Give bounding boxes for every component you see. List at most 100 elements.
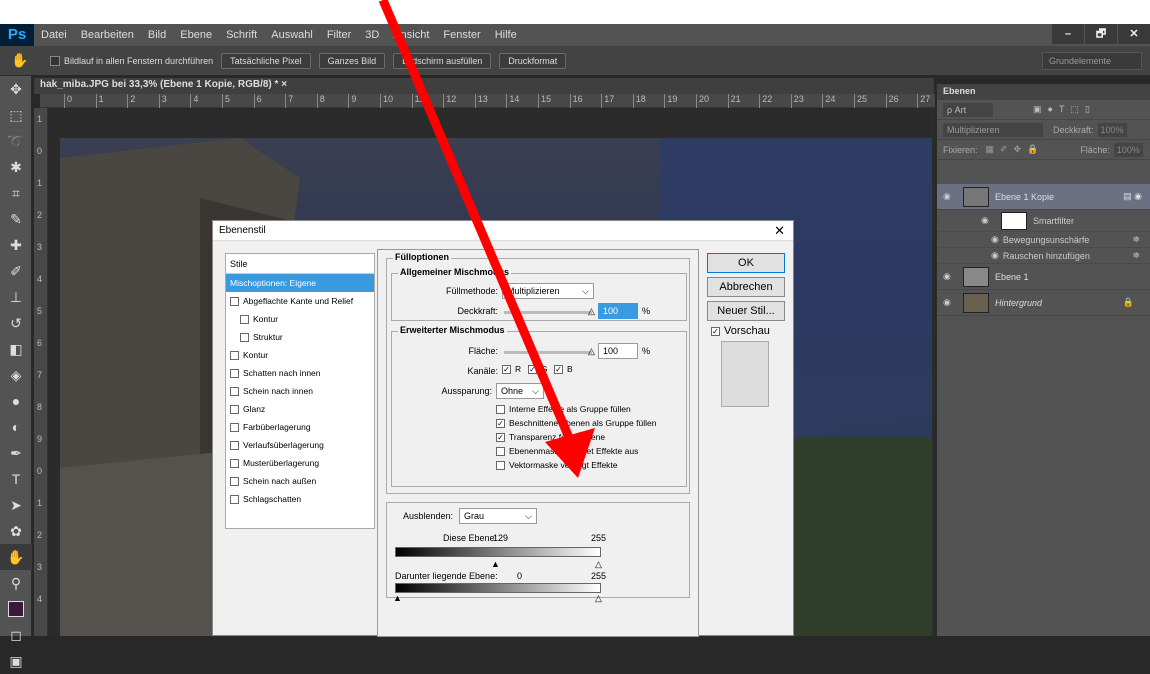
checkbox[interactable]: ✓ bbox=[496, 432, 505, 442]
cancel-button[interactable]: Abbrechen bbox=[707, 277, 785, 297]
zoom-tool-icon[interactable]: ⚲ bbox=[0, 570, 32, 596]
path-select-icon[interactable]: ➤ bbox=[0, 492, 32, 518]
slider-handle-icon[interactable]: △ bbox=[588, 306, 595, 317]
blend-if-select[interactable]: Grau ⌵ bbox=[459, 508, 537, 524]
style-bevel[interactable]: Abgeflachte Kante und Relief bbox=[226, 292, 374, 310]
style-satin[interactable]: Glanz bbox=[226, 400, 374, 418]
this-layer-low-handle-icon[interactable]: ▲ bbox=[491, 559, 500, 569]
checkbox[interactable] bbox=[230, 494, 239, 504]
bucket-icon[interactable]: ◈ bbox=[0, 362, 32, 388]
brush-tool-icon[interactable]: ✐ bbox=[0, 258, 32, 284]
menu-ansicht[interactable]: Ansicht bbox=[386, 29, 436, 41]
area-slider[interactable] bbox=[504, 351, 592, 354]
stamp-tool-icon[interactable]: ⊥ bbox=[0, 284, 32, 310]
eraser-icon[interactable]: ◧ bbox=[0, 336, 32, 362]
history-brush-icon[interactable]: ↺ bbox=[0, 310, 32, 336]
crop-tool-icon[interactable]: ⌗ bbox=[0, 180, 32, 206]
eye-icon[interactable]: ◉ bbox=[943, 297, 957, 308]
hand-tool-icon[interactable]: ✋ bbox=[0, 52, 40, 69]
knockout-select[interactable]: Ohne ⌵ bbox=[496, 383, 544, 399]
healing-icon[interactable]: ✚ bbox=[0, 232, 32, 258]
layers-tab[interactable]: Ebenen bbox=[937, 84, 1150, 100]
checkbox[interactable] bbox=[240, 314, 249, 324]
layer-ebene-1[interactable]: ◉ Ebene 1 bbox=[937, 264, 1150, 290]
style-contour-sub[interactable]: Kontur bbox=[226, 310, 374, 328]
under-layer-gradient[interactable] bbox=[395, 583, 601, 593]
this-layer-high-handle-icon[interactable]: △ bbox=[595, 559, 602, 570]
workspace-select[interactable]: Grundelemente bbox=[1042, 52, 1142, 70]
checkbox[interactable] bbox=[230, 458, 239, 468]
checkbox[interactable] bbox=[496, 404, 505, 414]
slider-handle-icon[interactable]: △ bbox=[588, 346, 595, 357]
channel-g-checkbox[interactable]: ✓ G bbox=[528, 364, 548, 374]
checkbox[interactable] bbox=[230, 386, 239, 396]
fit-screen-button[interactable]: Ganzes Bild bbox=[318, 52, 386, 69]
checkbox[interactable] bbox=[230, 422, 239, 432]
restore-button[interactable]: 🗗 bbox=[1085, 24, 1117, 44]
under-layer-low-handle-icon[interactable]: ▲ bbox=[393, 593, 402, 603]
fill-value[interactable]: 100% bbox=[1113, 142, 1143, 157]
style-pattern-overlay[interactable]: Musterüberlagerung bbox=[226, 454, 374, 472]
menu-3d[interactable]: 3D bbox=[358, 29, 386, 41]
opacity-value[interactable]: 100% bbox=[1097, 122, 1127, 137]
style-texture-sub[interactable]: Struktur bbox=[226, 328, 374, 346]
area-input[interactable]: 100 bbox=[598, 343, 638, 359]
opt-clipped-layers[interactable]: ✓ Beschnittene Ebenen als Gruppe füllen bbox=[496, 418, 656, 428]
fill-screen-button[interactable]: Bildschirm ausfüllen bbox=[393, 52, 492, 69]
checkbox[interactable] bbox=[240, 332, 249, 342]
close-icon[interactable]: ✕ bbox=[774, 223, 785, 239]
style-inner-shadow[interactable]: Schatten nach innen bbox=[226, 364, 374, 382]
under-layer-high-handle-icon[interactable]: △ bbox=[595, 593, 602, 604]
filter-add-noise[interactable]: ◉ Rauschen hinzufügen ≑ bbox=[937, 248, 1150, 264]
eyedropper-icon[interactable]: ✎ bbox=[0, 206, 32, 232]
pen-tool-icon[interactable]: ✒ bbox=[0, 440, 32, 466]
document-tab[interactable]: hak_miba.JPG bei 33,3% (Ebene 1 Kopie, R… bbox=[34, 78, 934, 94]
close-button[interactable]: ✕ bbox=[1118, 24, 1150, 44]
checkbox[interactable] bbox=[230, 440, 239, 450]
eye-icon[interactable]: ◉ bbox=[943, 191, 957, 202]
opt-vector-mask-hides[interactable]: Vektormaske verbirgt Effekte bbox=[496, 460, 618, 470]
eye-icon[interactable]: ◉ bbox=[981, 215, 995, 226]
actual-pixels-button[interactable]: Tatsächliche Pixel bbox=[221, 52, 311, 69]
menu-auswahl[interactable]: Auswahl bbox=[264, 29, 320, 41]
preview-checkbox[interactable]: ✓ Vorschau bbox=[711, 325, 770, 337]
filter-motion-blur[interactable]: ◉ Bewegungsunschärfe ≑ bbox=[937, 232, 1150, 248]
screen-mode-icon[interactable]: ▣ bbox=[0, 648, 32, 674]
magic-wand-icon[interactable]: ✱ bbox=[0, 154, 32, 180]
shape-tool-icon[interactable]: ✿ bbox=[0, 518, 32, 544]
lasso-tool-icon[interactable]: ➰ bbox=[0, 128, 32, 154]
color-swatch[interactable] bbox=[0, 596, 32, 622]
blur-tool-icon[interactable]: ● bbox=[0, 388, 32, 414]
hand-tool-icon[interactable]: ✋ bbox=[0, 544, 32, 570]
style-drop-shadow[interactable]: Schlagschatten bbox=[226, 490, 374, 508]
checkbox[interactable]: ✓ bbox=[496, 418, 505, 428]
style-inner-glow[interactable]: Schein nach innen bbox=[226, 382, 374, 400]
lock-icons[interactable]: ▦✐✥🔒 bbox=[986, 144, 1045, 155]
menu-fenster[interactable]: Fenster bbox=[436, 29, 487, 41]
layer-ebene-1-kopie[interactable]: ◉ Ebene 1 Kopie ▤ ◉ bbox=[937, 184, 1150, 210]
smartfilter-row[interactable]: ◉ Smartfilter bbox=[937, 210, 1150, 232]
style-gradient-overlay[interactable]: Verlaufsüberlagerung bbox=[226, 436, 374, 454]
checkbox[interactable] bbox=[230, 404, 239, 414]
fill-method-select[interactable]: Multiplizieren ⌵ bbox=[502, 283, 594, 299]
eye-icon[interactable]: ◉ bbox=[943, 271, 957, 282]
opacity-slider[interactable] bbox=[504, 311, 592, 314]
opt-layer-mask-hides[interactable]: Ebenenmaske blendet Effekte aus bbox=[496, 446, 638, 456]
checkbox[interactable]: ✓ bbox=[711, 326, 720, 336]
menu-schrift[interactable]: Schrift bbox=[219, 29, 264, 41]
checkbox[interactable]: ✓ bbox=[528, 364, 537, 374]
print-size-button[interactable]: Druckformat bbox=[499, 52, 567, 69]
style-color-overlay[interactable]: Farbüberlagerung bbox=[226, 418, 374, 436]
opt-interior-effects[interactable]: Interne Effekte als Gruppe füllen bbox=[496, 404, 631, 414]
checkbox[interactable] bbox=[496, 446, 505, 456]
menu-bild[interactable]: Bild bbox=[141, 29, 173, 41]
move-tool-icon[interactable]: ✥ bbox=[0, 76, 32, 102]
checkbox[interactable] bbox=[230, 350, 239, 360]
scroll-all-checkbox[interactable] bbox=[50, 55, 60, 66]
quickmask-icon[interactable]: ◻ bbox=[0, 622, 32, 648]
filter-options-icon[interactable]: ≑ bbox=[1132, 234, 1140, 245]
opacity-input[interactable]: 100 bbox=[598, 303, 638, 319]
eye-icon[interactable]: ◉ bbox=[991, 250, 999, 261]
type-tool-icon[interactable]: T bbox=[0, 466, 32, 492]
minimize-button[interactable]: – bbox=[1052, 24, 1084, 44]
